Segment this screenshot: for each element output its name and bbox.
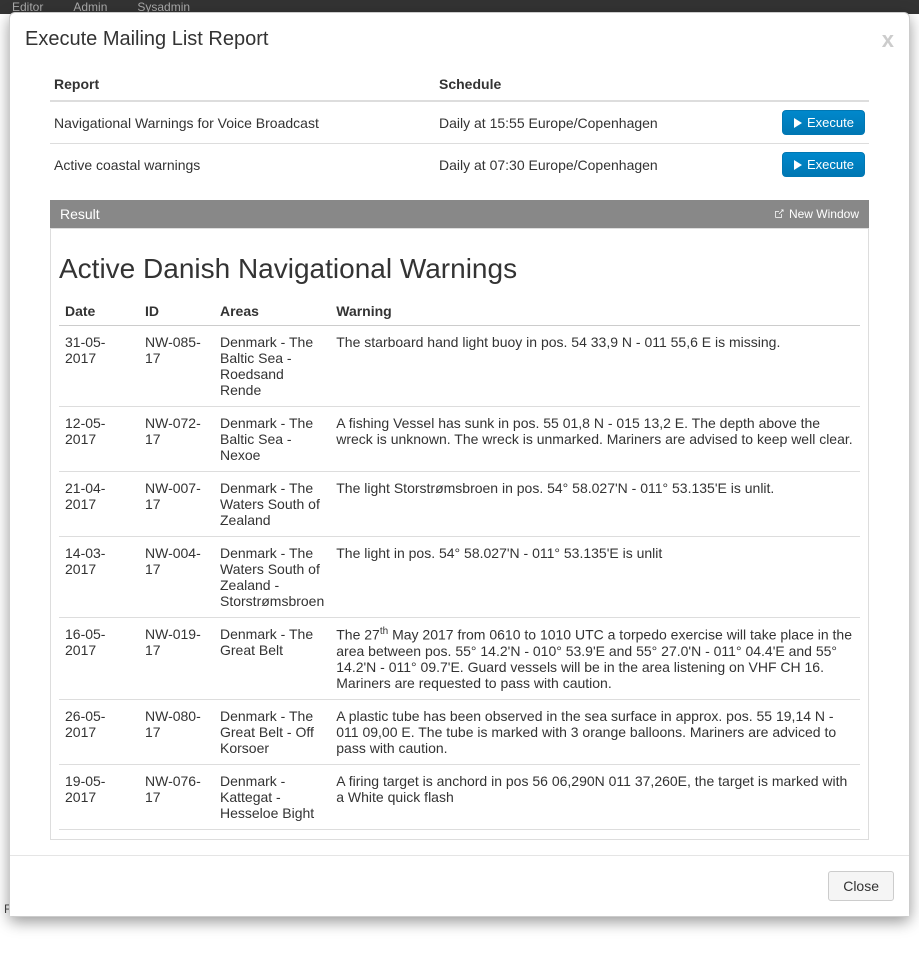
table-row: 16-05-2017NW-019-17Denmark - The Great B… xyxy=(59,618,860,700)
table-row: 21-04-2017NW-007-17Denmark - The Waters … xyxy=(59,472,860,537)
cell-warning: The light in pos. 54° 58.027'N - 011° 53… xyxy=(330,537,860,618)
cell-date: 14-03-2017 xyxy=(59,537,139,618)
cell-areas: Denmark - The Baltic Sea - Roedsand Rend… xyxy=(214,326,330,407)
cell-id: NW-085-17 xyxy=(139,326,214,407)
cell-date: 31-05-2017 xyxy=(59,326,139,407)
table-row: 11-05-2017NW-018-17Denmark -The front an… xyxy=(59,829,860,839)
modal-body: Report Schedule Navigational Warnings fo… xyxy=(10,63,909,855)
execute-label: Execute xyxy=(807,157,854,172)
report-row: Active coastal warningsDaily at 07:30 Eu… xyxy=(50,144,869,186)
execute-label: Execute xyxy=(807,115,854,130)
cell-warning: A plastic tube has been observed in the … xyxy=(330,699,860,764)
execute-button[interactable]: Execute xyxy=(782,152,865,177)
col-id-h: ID xyxy=(139,297,214,326)
cell-id: NW-004-17 xyxy=(139,537,214,618)
table-row: 26-05-2017NW-080-17Denmark - The Great B… xyxy=(59,699,860,764)
play-icon xyxy=(793,160,803,170)
cell-date: 21-04-2017 xyxy=(59,472,139,537)
table-row: 31-05-2017NW-085-17Denmark - The Baltic … xyxy=(59,326,860,407)
col-schedule: Schedule xyxy=(435,68,778,101)
close-icon[interactable]: x xyxy=(882,29,894,51)
cell-warning: The 27th May 2017 from 0610 to 1010 UTC … xyxy=(330,618,860,700)
modal-title: Execute Mailing List Report xyxy=(25,28,268,51)
cell-warning: The front and rear light in pos. 56° 02.… xyxy=(330,829,860,839)
external-link-icon xyxy=(773,208,785,220)
result-frame: Active Danish Navigational Warnings Date… xyxy=(50,228,869,840)
report-name: Navigational Warnings for Voice Broadcas… xyxy=(50,101,435,144)
close-button[interactable]: Close xyxy=(828,871,894,901)
cell-areas: Denmark - The Waters South of Zealand xyxy=(214,472,330,537)
cell-date: 11-05-2017 xyxy=(59,829,139,839)
cell-warning: The starboard hand light buoy in pos. 54… xyxy=(330,326,860,407)
play-icon xyxy=(793,118,803,128)
table-row: 14-03-2017NW-004-17Denmark - The Waters … xyxy=(59,537,860,618)
modal-header: Execute Mailing List Report x xyxy=(10,13,909,63)
cell-date: 16-05-2017 xyxy=(59,618,139,700)
report-name: Active coastal warnings xyxy=(50,144,435,186)
result-bar: Result New Window xyxy=(50,200,869,228)
cell-areas: Denmark - The Great Belt xyxy=(214,618,330,700)
result-title: Active Danish Navigational Warnings xyxy=(59,253,860,285)
cell-date: 12-05-2017 xyxy=(59,407,139,472)
table-row: 12-05-2017NW-072-17Denmark - The Baltic … xyxy=(59,407,860,472)
report-table: Report Schedule Navigational Warnings fo… xyxy=(50,68,869,185)
report-schedule: Daily at 15:55 Europe/Copenhagen xyxy=(435,101,778,144)
execute-button[interactable]: Execute xyxy=(782,110,865,135)
cell-warning: A fishing Vessel has sunk in pos. 55 01,… xyxy=(330,407,860,472)
modal-dialog: Execute Mailing List Report x Report Sch… xyxy=(9,12,910,917)
cell-areas: Denmark - xyxy=(214,829,330,839)
cell-warning: The light Storstrømsbroen in pos. 54° 58… xyxy=(330,472,860,537)
cell-areas: Denmark - The Baltic Sea - Nexoe xyxy=(214,407,330,472)
result-label: Result xyxy=(60,206,100,222)
cell-date: 19-05-2017 xyxy=(59,764,139,829)
col-date: Date xyxy=(59,297,139,326)
cell-id: NW-019-17 xyxy=(139,618,214,700)
warnings-table: Date ID Areas Warning 31-05-2017NW-085-1… xyxy=(59,297,860,839)
cell-areas: Denmark - Kattegat - Hesseloe Bight xyxy=(214,764,330,829)
table-row: 19-05-2017NW-076-17Denmark - Kattegat - … xyxy=(59,764,860,829)
cell-id: NW-018-17 xyxy=(139,829,214,839)
cell-id: NW-007-17 xyxy=(139,472,214,537)
report-row: Navigational Warnings for Voice Broadcas… xyxy=(50,101,869,144)
new-window-label: New Window xyxy=(789,207,859,221)
new-window-link[interactable]: New Window xyxy=(773,207,859,221)
cell-id: NW-076-17 xyxy=(139,764,214,829)
cell-areas: Denmark - The Great Belt - Off Korsoer xyxy=(214,699,330,764)
report-schedule: Daily at 07:30 Europe/Copenhagen xyxy=(435,144,778,186)
col-areas: Areas xyxy=(214,297,330,326)
cell-date: 26-05-2017 xyxy=(59,699,139,764)
cell-id: NW-080-17 xyxy=(139,699,214,764)
cell-areas: Denmark - The Waters South of Zealand - … xyxy=(214,537,330,618)
col-report: Report xyxy=(50,68,435,101)
cell-id: NW-072-17 xyxy=(139,407,214,472)
result-scroll[interactable]: Active Danish Navigational Warnings Date… xyxy=(51,229,868,839)
col-warning: Warning xyxy=(330,297,860,326)
cell-warning: A firing target is anchord in pos 56 06,… xyxy=(330,764,860,829)
modal-footer: Close xyxy=(10,855,909,916)
